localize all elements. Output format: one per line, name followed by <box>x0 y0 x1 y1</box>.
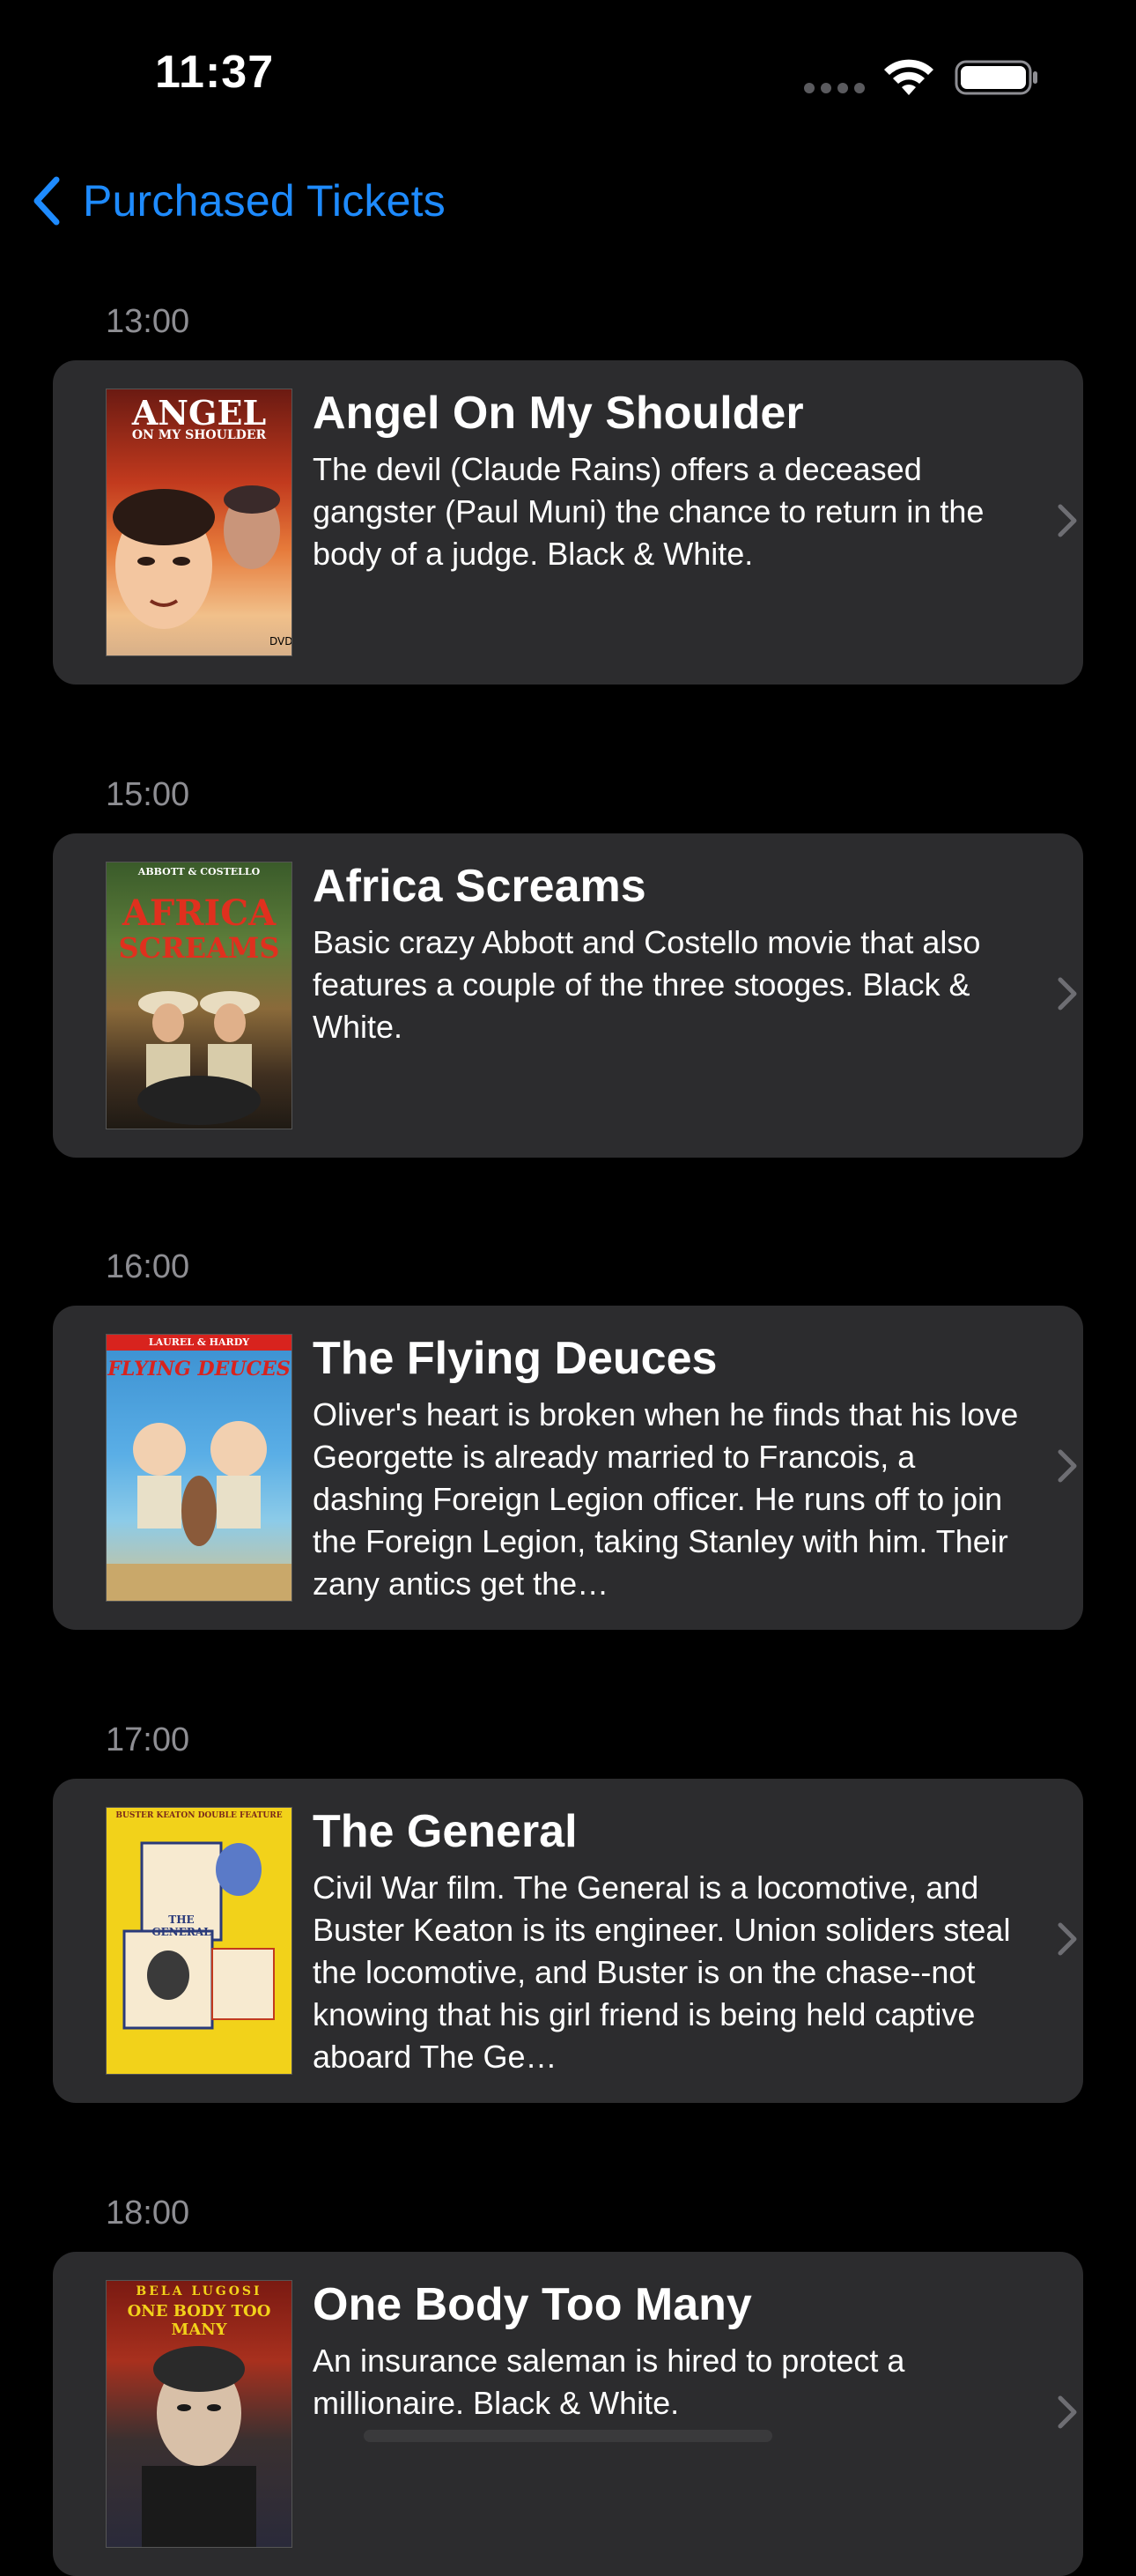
ticket-card[interactable]: ABBOTT & COSTELLO AFRICA SCREAMS Africa … <box>53 833 1083 1158</box>
chevron-right-icon <box>1058 504 1077 537</box>
movie-description: An insurance saleman is hired to protect… <box>313 2343 905 2421</box>
poster-image: ABBOTT & COSTELLO AFRICA SCREAMS <box>106 862 292 1129</box>
showtime-header: 16:00 <box>106 1248 190 1285</box>
ticket-card[interactable]: ANGEL ON MY SHOULDER DVD Angel On My Sho… <box>53 360 1083 685</box>
wifi-icon <box>884 59 933 95</box>
chevron-right-icon <box>1058 1922 1077 1956</box>
poster-image: BUSTER KEATON DOUBLE FEATURE THE GENERAL <box>106 1807 292 2075</box>
chevron-right-icon <box>1058 1449 1077 1483</box>
showtime-header: 17:00 <box>106 1721 190 1758</box>
showtime-header: 15:00 <box>106 776 190 813</box>
movie-description: Civil War film. The General is a locomot… <box>313 1869 1011 2075</box>
movie-title: Africa Screams <box>313 861 646 912</box>
chevron-left-icon <box>33 176 60 226</box>
movie-description: Oliver's heart is broken when he finds t… <box>313 1396 1019 1602</box>
chevron-right-icon <box>1058 2395 1077 2429</box>
movie-description: The devil (Claude Rains) offers a deceas… <box>313 451 985 572</box>
home-indicator[interactable] <box>364 2430 772 2442</box>
status-time: 11:37 <box>155 47 275 98</box>
poster-image: ANGEL ON MY SHOULDER DVD <box>106 389 292 656</box>
movie-title: One Body Too Many <box>313 2279 752 2330</box>
poster-image: LAUREL & HARDY FLYING DEUCES <box>106 1334 292 1602</box>
battery-icon <box>955 60 1037 95</box>
cellular-signal-icon <box>804 83 866 93</box>
ticket-card[interactable]: BELA LUGOSI ONE BODY TOO MANY One Body T… <box>53 2252 1083 2576</box>
ticket-card[interactable]: LAUREL & HARDY FLYING DEUCES The Flying … <box>53 1306 1083 1630</box>
movie-title: Angel On My Shoulder <box>313 388 804 439</box>
chevron-right-icon <box>1058 977 1077 1010</box>
poster-image: BELA LUGOSI ONE BODY TOO MANY <box>106 2280 292 2548</box>
showtime-header: 13:00 <box>106 303 190 340</box>
status-bar: 11:37 <box>0 0 1136 150</box>
back-button[interactable]: Purchased Tickets <box>30 167 446 234</box>
svg-text:DVD: DVD <box>269 635 291 648</box>
movie-title: The General <box>313 1806 578 1857</box>
movie-title: The Flying Deuces <box>313 1333 718 1384</box>
movie-description: Basic crazy Abbott and Costello movie th… <box>313 924 981 1045</box>
back-button-label: Purchased Tickets <box>83 176 446 226</box>
ticket-card[interactable]: BUSTER KEATON DOUBLE FEATURE THE GENERAL… <box>53 1779 1083 2103</box>
showtime-header: 18:00 <box>106 2195 190 2232</box>
